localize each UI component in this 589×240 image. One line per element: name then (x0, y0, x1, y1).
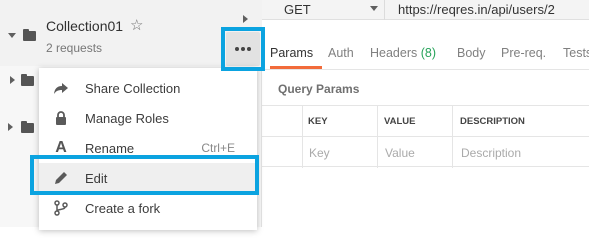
tab-auth[interactable]: Auth (328, 46, 354, 60)
folder-icon (21, 74, 34, 86)
menu-item-label: Create a fork (85, 201, 161, 216)
menu-item-shortcut: Ctrl+E (201, 141, 235, 155)
menu-item-label: Manage Roles (85, 111, 169, 126)
url-input[interactable]: https://reqres.in/api/users/2 (386, 0, 589, 17)
tab-headers-label: Headers (370, 46, 418, 60)
menu-item-share-collection[interactable]: Share Collection (39, 73, 257, 103)
tab-body[interactable]: Body (457, 46, 486, 60)
column-divider (302, 106, 303, 168)
chevron-down-icon (370, 6, 378, 11)
query-params-title: Query Params (278, 82, 360, 96)
key-input[interactable]: Key (309, 146, 330, 160)
menu-item-label: Share Collection (85, 81, 181, 96)
menu-item-edit[interactable]: Edit (39, 163, 257, 193)
lock-icon (53, 110, 69, 126)
dot (247, 47, 251, 51)
tab-headers-count: (8) (420, 46, 437, 60)
collection-row[interactable]: Collection01 ☆ 2 requests (0, 0, 262, 66)
menu-item-label: Rename (85, 141, 135, 156)
menu-item-rename[interactable]: A Rename Ctrl+E (39, 133, 257, 163)
tab-params[interactable]: Params (270, 46, 313, 60)
folder-icon (23, 29, 36, 41)
tab-pre-request[interactable]: Pre-req. (501, 46, 546, 60)
column-divider (452, 106, 453, 168)
query-params-table: KEY VALUE DESCRIPTION Key Value Descript… (262, 105, 589, 168)
collection-request-count: 2 requests (46, 41, 103, 55)
column-header-value: VALUE (384, 116, 416, 127)
menu-item-create-fork[interactable]: Create a fork (39, 193, 257, 223)
folder-icon (21, 121, 34, 133)
description-input[interactable]: Description (461, 146, 521, 160)
active-tab-indicator (270, 66, 322, 69)
share-arrow-icon (53, 80, 69, 96)
expand-caret-icon[interactable] (10, 76, 15, 84)
dot (235, 47, 239, 51)
divider (384, 0, 385, 20)
url-value: https://reqres.in/api/users/2 (398, 2, 555, 17)
tab-headers[interactable]: Headers (8) (370, 46, 436, 60)
fork-icon (53, 200, 69, 216)
method-value: GET (284, 2, 311, 17)
collection-context-menu: Share Collection Manage Roles A Rename C… (39, 68, 257, 230)
collection-name: Collection01 (46, 18, 124, 34)
tab-tests[interactable]: Tests (563, 46, 589, 60)
expand-caret-icon[interactable] (8, 123, 13, 131)
request-tabs: Params Auth Headers (8) Body Pre-req. Te… (262, 44, 589, 70)
column-divider (377, 106, 378, 168)
value-input[interactable]: Value (385, 146, 415, 160)
chevron-right-icon[interactable] (243, 15, 248, 23)
pencil-icon (53, 170, 69, 186)
column-header-key: KEY (308, 116, 328, 127)
collapse-caret-icon[interactable] (8, 33, 16, 38)
more-actions-button[interactable] (226, 32, 260, 66)
star-icon[interactable]: ☆ (130, 16, 143, 34)
dot (241, 47, 245, 51)
column-header-description: DESCRIPTION (460, 116, 525, 127)
rename-icon: A (55, 139, 67, 156)
method-select[interactable]: GET (270, 0, 384, 17)
menu-item-label: Edit (85, 171, 108, 186)
menu-item-manage-roles[interactable]: Manage Roles (39, 103, 257, 133)
